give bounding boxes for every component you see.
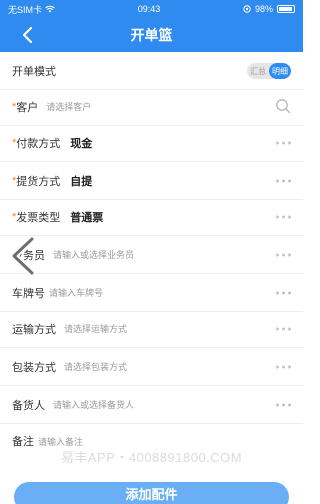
- stocker-input[interactable]: 请输入或选择备货人: [53, 398, 134, 411]
- nav-bar: 开单篮: [0, 18, 303, 52]
- plate-input[interactable]: 请输入车牌号: [49, 286, 103, 299]
- customer-row[interactable]: * 客户 请选择客户: [0, 88, 303, 126]
- pickup-label: 提货方式: [16, 175, 61, 188]
- customer-input[interactable]: 请选择客户: [46, 100, 91, 113]
- payment-row[interactable]: * 付款方式 现金: [0, 124, 303, 162]
- add-parts-button[interactable]: 添加配件: [14, 482, 289, 504]
- more-icon[interactable]: [276, 215, 291, 218]
- invoice-value[interactable]: 普通票: [70, 209, 103, 225]
- packing-input[interactable]: 请选择包装方式: [64, 360, 127, 373]
- salesman-input[interactable]: 请输入或选择业务员: [53, 248, 134, 261]
- stocker-row[interactable]: 备货人 请输入或选择备货人: [0, 386, 303, 424]
- location-icon: [243, 5, 251, 13]
- customer-label: 客户: [16, 101, 39, 114]
- more-icon[interactable]: [276, 365, 291, 368]
- status-bar: 无SIM卡 09:43 98%: [0, 0, 303, 18]
- invoice-row[interactable]: * 发票类型 普通票: [0, 198, 303, 236]
- packing-row[interactable]: 包装方式 请选择包装方式: [0, 348, 303, 386]
- invoice-label: 发票类型: [16, 211, 61, 224]
- page-title: 开单篮: [130, 27, 173, 43]
- more-icon[interactable]: [276, 141, 291, 144]
- plate-label: 车牌号: [12, 287, 45, 300]
- battery-text: 98%: [254, 4, 273, 14]
- more-icon[interactable]: [276, 253, 291, 256]
- plate-row[interactable]: 车牌号 请输入车牌号: [0, 274, 303, 312]
- battery-icon: [277, 5, 295, 13]
- more-icon[interactable]: [276, 179, 291, 182]
- wifi-icon: [45, 5, 55, 13]
- clock-text: 09:43: [137, 4, 161, 14]
- mode-toggle[interactable]: 汇总 明细: [247, 63, 291, 79]
- app-header: 无SIM卡 09:43 98% 开单篮: [0, 0, 303, 52]
- payment-value[interactable]: 现金: [70, 135, 92, 151]
- search-icon[interactable]: [275, 98, 291, 114]
- carrier-text: 无SIM卡: [8, 4, 43, 15]
- pickup-value[interactable]: 自提: [70, 173, 92, 189]
- remark-input[interactable]: 请输入备注: [38, 435, 83, 448]
- stocker-label: 备货人: [12, 399, 45, 412]
- mode-row: 开单模式 汇总 明细: [0, 52, 303, 90]
- more-icon[interactable]: [276, 327, 291, 330]
- more-icon[interactable]: [276, 291, 291, 294]
- salesman-row[interactable]: 业务员 请输入或选择业务员: [0, 236, 303, 274]
- mode-label: 开单模式: [12, 65, 56, 78]
- transport-label: 运输方式: [12, 323, 56, 336]
- transport-row[interactable]: 运输方式 请选择运输方式: [0, 310, 303, 348]
- mode-option-detail[interactable]: 明细: [269, 63, 291, 79]
- back-arrow-icon[interactable]: [18, 25, 38, 45]
- mode-option-summary[interactable]: 汇总: [247, 63, 269, 79]
- edge-back-arrow-icon[interactable]: [6, 236, 40, 276]
- payment-label: 付款方式: [16, 137, 61, 150]
- watermark-text: 易丰APP・4008891800.COM: [60, 450, 243, 465]
- packing-label: 包装方式: [12, 361, 56, 374]
- more-icon[interactable]: [276, 403, 291, 406]
- transport-input[interactable]: 请选择运输方式: [64, 322, 127, 335]
- pickup-row[interactable]: * 提货方式 自提: [0, 162, 303, 200]
